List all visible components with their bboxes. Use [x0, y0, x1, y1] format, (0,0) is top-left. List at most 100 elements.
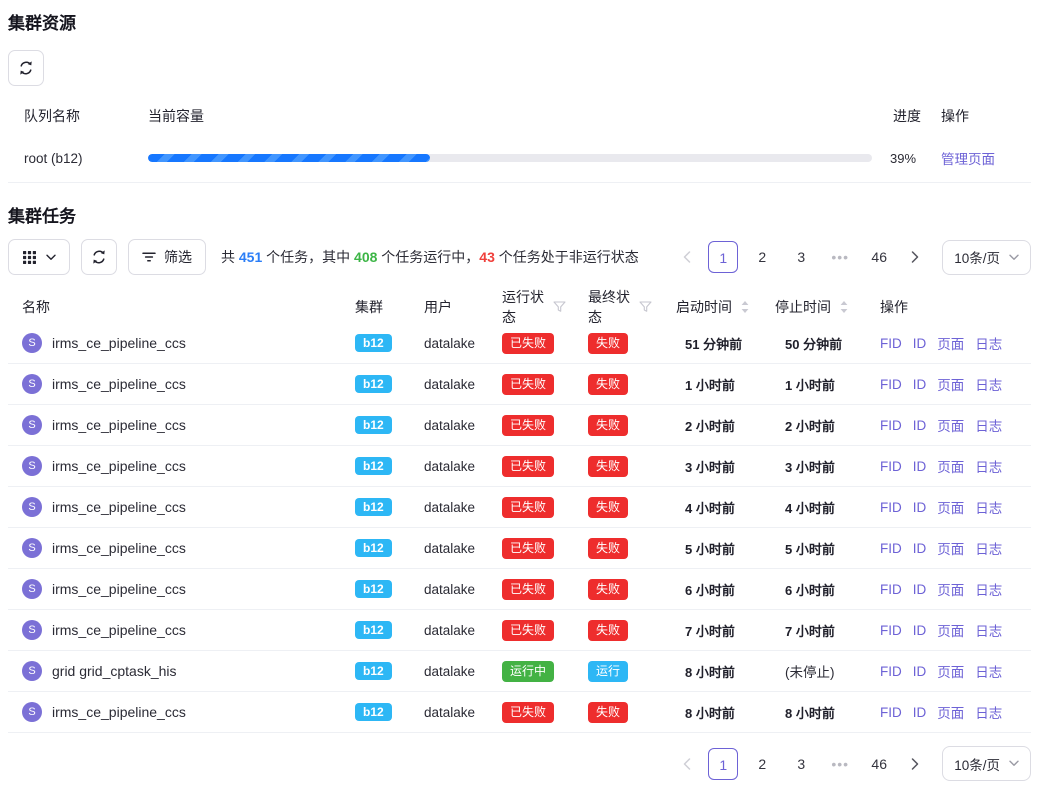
cluster-tag: b12	[355, 703, 392, 721]
page-link[interactable]: 页面	[937, 661, 964, 681]
fid-link[interactable]: FID	[880, 541, 902, 556]
id-link[interactable]: ID	[913, 664, 927, 679]
progress-header: 进度	[880, 106, 936, 126]
fid-link[interactable]: FID	[880, 336, 902, 351]
page-size-select[interactable]: 10条/页	[942, 746, 1031, 781]
id-link[interactable]: ID	[913, 377, 927, 392]
table-row: Sirms_ce_pipeline_ccs b12 datalake 已失败 失…	[8, 405, 1031, 446]
page-link[interactable]: 页面	[937, 333, 964, 353]
sort-icon[interactable]	[840, 301, 848, 313]
log-link[interactable]: 日志	[975, 620, 1002, 640]
cluster-tasks-title: 集群任务	[8, 205, 1031, 229]
fid-link[interactable]: FID	[880, 459, 902, 474]
page-button-3[interactable]: 3	[786, 241, 816, 273]
user-cell: datalake	[410, 664, 478, 679]
fid-link[interactable]: FID	[880, 377, 902, 392]
chevron-right-icon[interactable]	[903, 748, 927, 780]
fid-link[interactable]: FID	[880, 500, 902, 515]
page-button-46[interactable]: 46	[864, 241, 894, 273]
pages-ellipsis[interactable]: •••	[825, 748, 855, 780]
page-link[interactable]: 页面	[937, 497, 964, 517]
refresh-resources-button[interactable]	[8, 50, 44, 86]
fid-link[interactable]: FID	[880, 418, 902, 433]
page-link[interactable]: 页面	[937, 374, 964, 394]
chevron-down-icon	[1009, 254, 1019, 261]
chevron-right-icon[interactable]	[903, 241, 927, 273]
pages-ellipsis[interactable]: •••	[825, 241, 855, 273]
final-status-header: 最终状态	[588, 287, 630, 327]
page-size-select[interactable]: 10条/页	[942, 240, 1031, 275]
log-link[interactable]: 日志	[975, 333, 1002, 353]
page-link[interactable]: 页面	[937, 415, 964, 435]
user-cell: datalake	[410, 459, 478, 474]
column-settings-button[interactable]	[8, 239, 70, 275]
cluster-tag: b12	[355, 498, 392, 516]
page-button-1[interactable]: 1	[708, 748, 738, 780]
filter-button-label: 筛选	[164, 247, 192, 267]
page-link[interactable]: 页面	[937, 579, 964, 599]
id-link[interactable]: ID	[913, 541, 927, 556]
capacity-progress-bar	[148, 154, 872, 162]
resources-action-header: 操作	[936, 106, 1031, 126]
page-link[interactable]: 页面	[937, 702, 964, 722]
avatar: S	[22, 661, 42, 681]
log-link[interactable]: 日志	[975, 497, 1002, 517]
refresh-icon	[91, 249, 107, 265]
id-link[interactable]: ID	[913, 459, 927, 474]
manage-page-link[interactable]: 管理页面	[941, 152, 995, 167]
log-link[interactable]: 日志	[975, 374, 1002, 394]
table-row: Sirms_ce_pipeline_ccs b12 datalake 已失败 失…	[8, 487, 1031, 528]
table-row: Sirms_ce_pipeline_ccs b12 datalake 已失败 失…	[8, 364, 1031, 405]
table-row: Sgrid grid_cptask_his b12 datalake 运行中 运…	[8, 651, 1031, 692]
final-status-badge: 失败	[588, 415, 628, 436]
final-status-badge: 失败	[588, 579, 628, 600]
table-row: Sirms_ce_pipeline_ccs b12 datalake 已失败 失…	[8, 569, 1031, 610]
start-time: 51 分钟前	[652, 334, 752, 353]
filter-button[interactable]: 筛选	[128, 239, 206, 275]
log-link[interactable]: 日志	[975, 415, 1002, 435]
page-button-1[interactable]: 1	[708, 241, 738, 273]
run-status-header: 运行状态	[502, 287, 544, 327]
log-link[interactable]: 日志	[975, 661, 1002, 681]
id-link[interactable]: ID	[913, 705, 927, 720]
id-link[interactable]: ID	[913, 336, 927, 351]
final-status-badge: 失败	[588, 333, 628, 354]
page-button-46[interactable]: 46	[864, 748, 894, 780]
log-link[interactable]: 日志	[975, 702, 1002, 722]
capacity-header: 当前容量	[148, 106, 880, 126]
avatar: S	[22, 374, 42, 394]
user-header: 用户	[410, 297, 478, 317]
funnel-filter-icon[interactable]	[553, 301, 566, 313]
log-link[interactable]: 日志	[975, 579, 1002, 599]
refresh-tasks-button[interactable]	[81, 239, 117, 275]
page-link[interactable]: 页面	[937, 538, 964, 558]
table-row: Sirms_ce_pipeline_ccs b12 datalake 已失败 失…	[8, 446, 1031, 487]
id-link[interactable]: ID	[913, 582, 927, 597]
start-time-header: 启动时间	[676, 297, 732, 317]
id-link[interactable]: ID	[913, 500, 927, 515]
fid-link[interactable]: FID	[880, 664, 902, 679]
fid-link[interactable]: FID	[880, 705, 902, 720]
id-link[interactable]: ID	[913, 623, 927, 638]
avatar: S	[22, 415, 42, 435]
page-link[interactable]: 页面	[937, 620, 964, 640]
funnel-filter-icon[interactable]	[639, 301, 652, 313]
start-time: 8 小时前	[652, 662, 752, 681]
page-button-2[interactable]: 2	[747, 241, 777, 273]
id-link[interactable]: ID	[913, 418, 927, 433]
tasks-table-header: 名称 集群 用户 运行状态 最终状态 启动时间 停止时间	[8, 287, 1031, 323]
log-link[interactable]: 日志	[975, 538, 1002, 558]
resources-table-row: root (b12) 39% 管理页面	[8, 134, 1031, 183]
sort-icon[interactable]	[741, 301, 749, 313]
log-link[interactable]: 日志	[975, 456, 1002, 476]
fid-link[interactable]: FID	[880, 623, 902, 638]
cluster-tag: b12	[355, 580, 392, 598]
fid-link[interactable]: FID	[880, 582, 902, 597]
page-link[interactable]: 页面	[937, 456, 964, 476]
grid-icon	[22, 250, 37, 265]
final-status-badge: 失败	[588, 620, 628, 641]
page-button-3[interactable]: 3	[786, 748, 816, 780]
chevron-down-icon	[46, 254, 56, 261]
page-button-2[interactable]: 2	[747, 748, 777, 780]
final-status-badge: 失败	[588, 538, 628, 559]
